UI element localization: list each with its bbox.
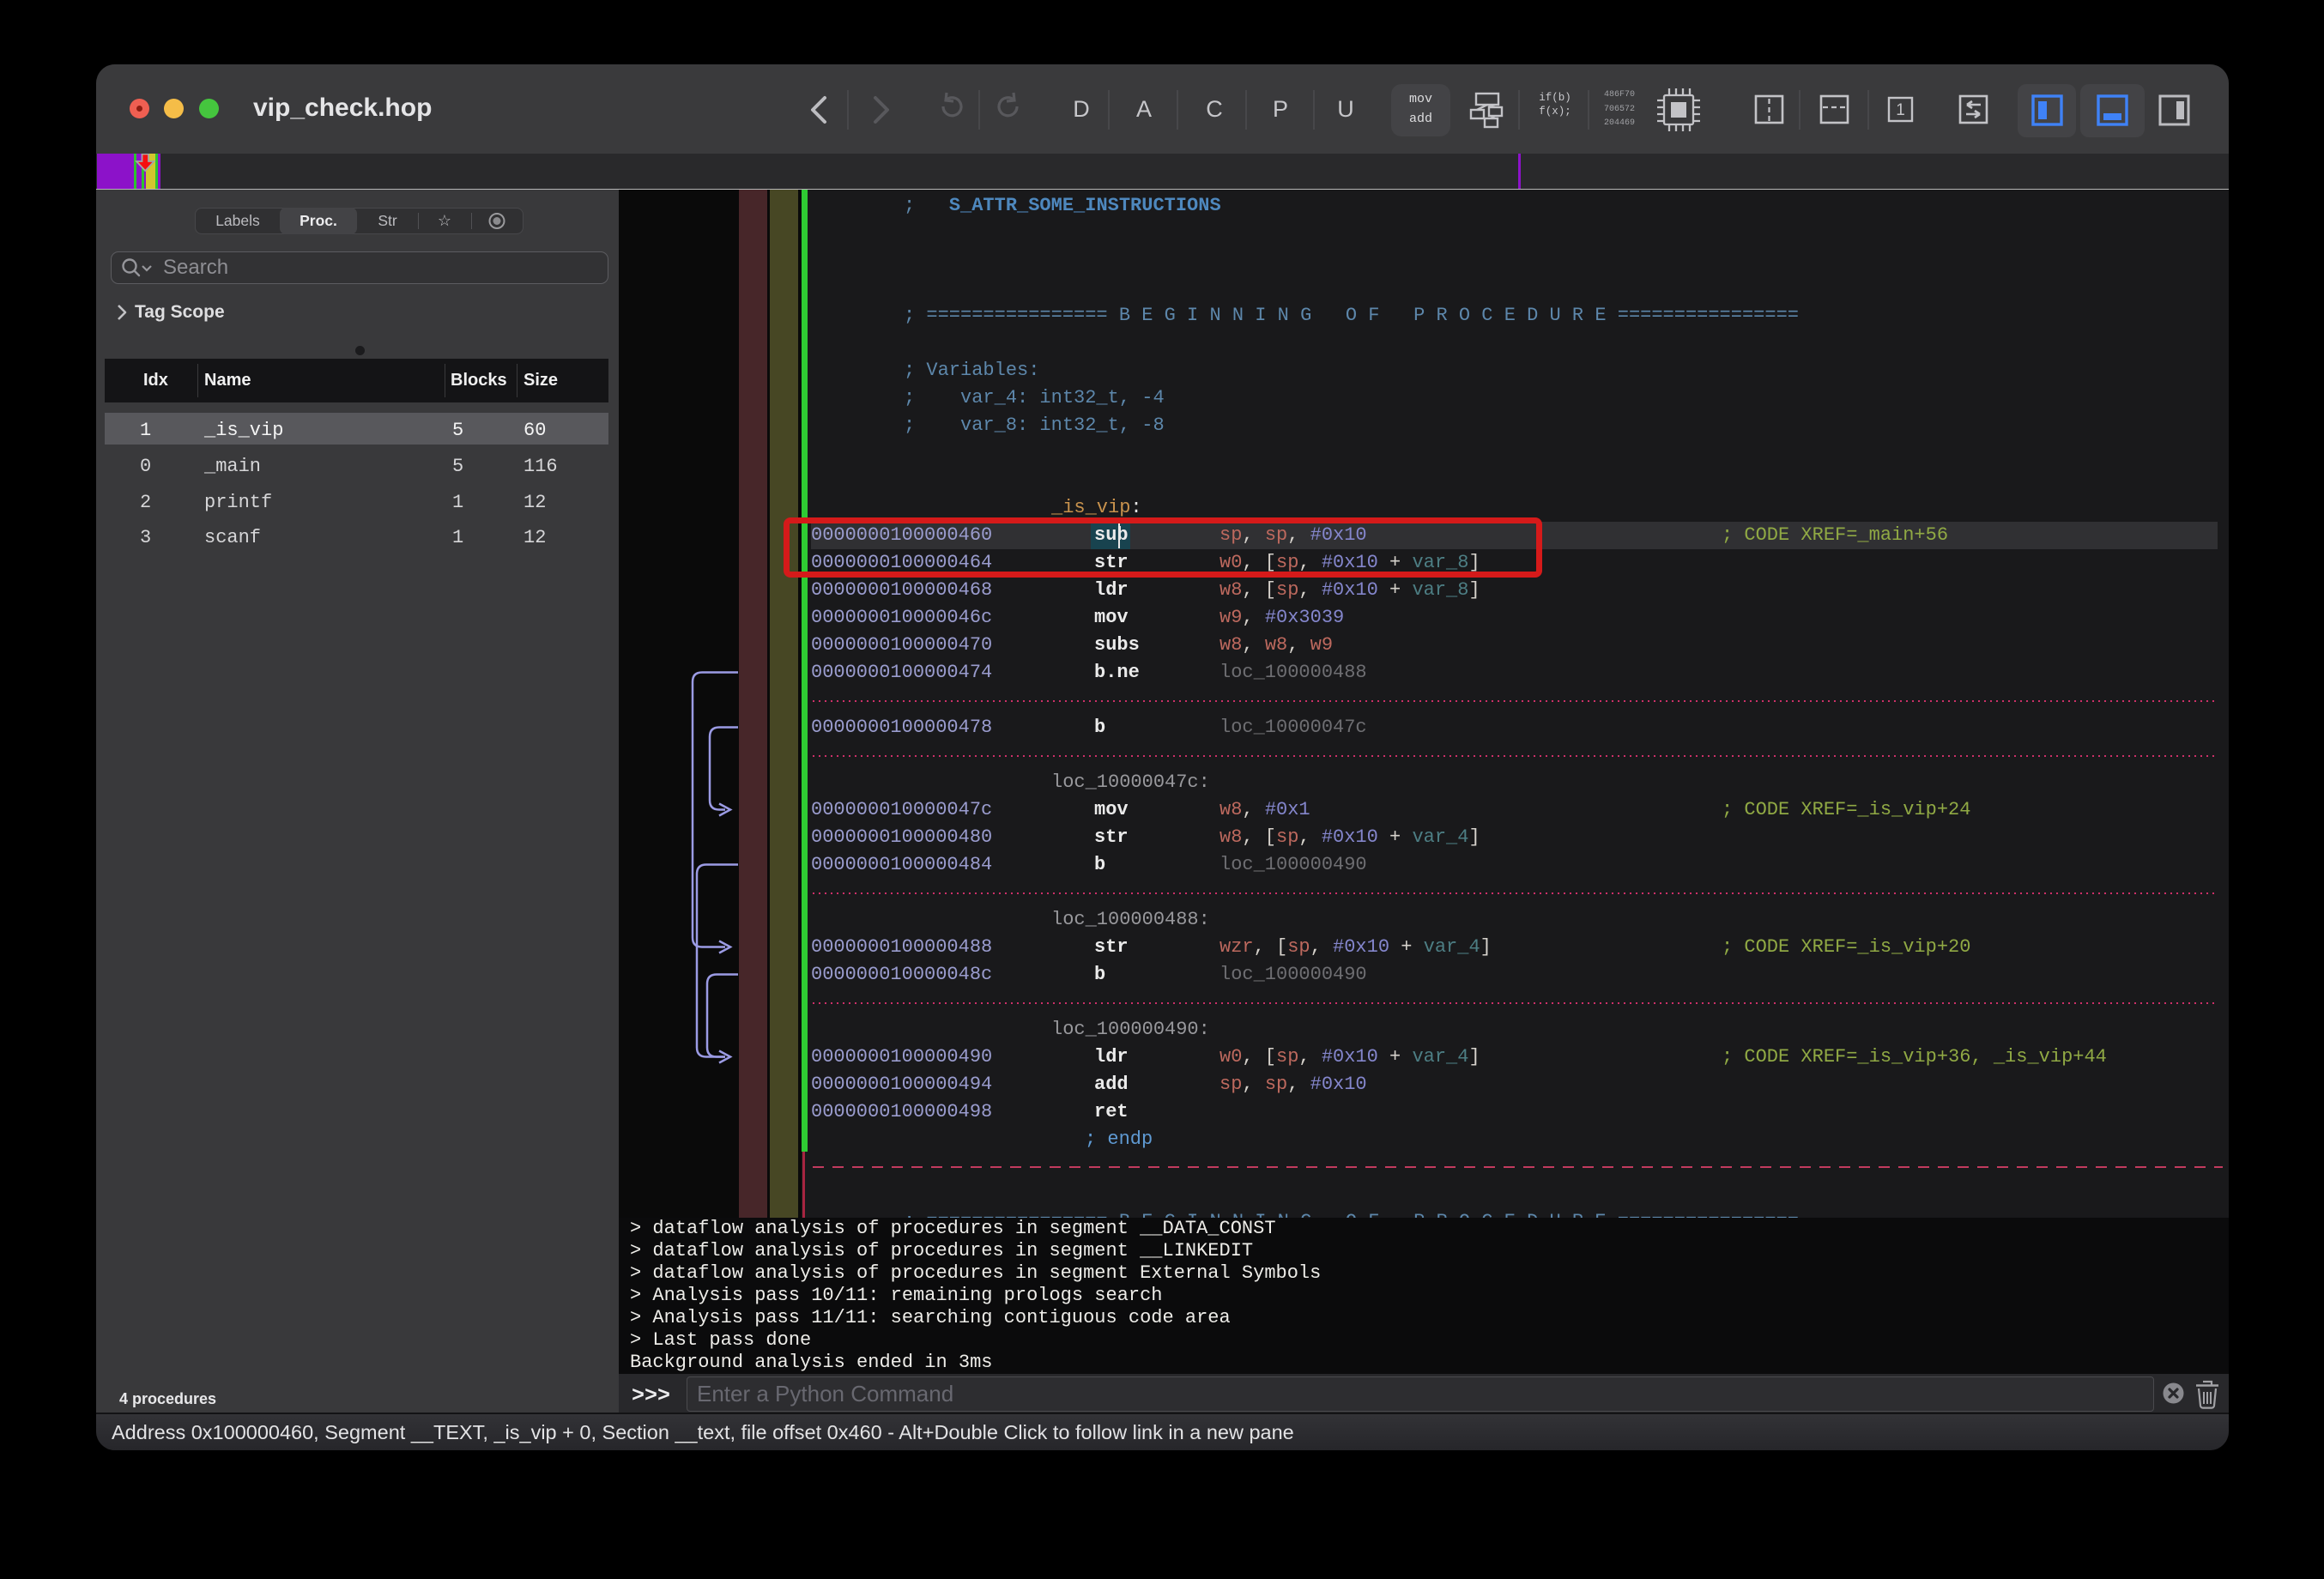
svg-text:1: 1 [1896, 101, 1905, 119]
